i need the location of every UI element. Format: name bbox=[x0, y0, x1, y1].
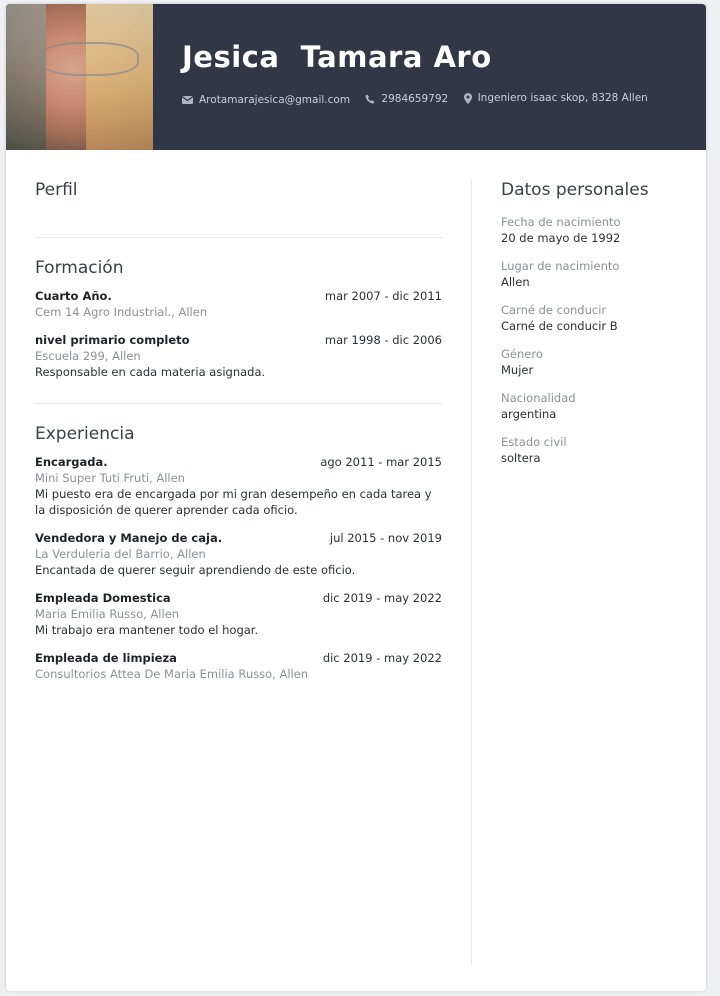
education-entry: Cuarto Año. mar 2007 - dic 2011 Cem 14 A… bbox=[35, 288, 442, 320]
personal-data-item: Fecha de nacimiento 20 de mayo de 1992 bbox=[501, 214, 691, 246]
education-entry: nivel primario completo mar 1998 - dic 2… bbox=[35, 332, 442, 380]
field-value: Allen bbox=[501, 275, 530, 289]
entry-date: mar 2007 - dic 2011 bbox=[324, 289, 442, 303]
entry-place: Mini Super Tuti Fruti, Allen bbox=[35, 471, 185, 485]
entry-date: dic 2019 - may 2022 bbox=[322, 651, 442, 665]
entry-title: nivel primario completo bbox=[35, 333, 190, 347]
personal-data-column: Datos personales Fecha de nacimiento 20 … bbox=[501, 180, 691, 478]
field-value: Mujer bbox=[501, 363, 534, 377]
field-label: Carné de conducir bbox=[501, 303, 607, 317]
entry-title: Vendedora y Manejo de caja. bbox=[35, 531, 223, 545]
entry-title: Empleada Domestica bbox=[35, 591, 171, 605]
field-label: Estado civil bbox=[501, 435, 567, 449]
entry-description: Mi trabajo era mantener todo el hogar. bbox=[35, 623, 259, 637]
personal-data-item: Estado civil soltera bbox=[501, 434, 691, 466]
profile-photo bbox=[6, 4, 153, 150]
education-title: Formación bbox=[35, 258, 124, 278]
entry-date: jul 2015 - nov 2019 bbox=[329, 531, 442, 545]
phone-icon bbox=[365, 94, 375, 103]
field-value: 20 de mayo de 1992 bbox=[501, 231, 621, 245]
personal-data-item: Lugar de nacimiento Allen bbox=[501, 258, 691, 290]
entry-place: Escuela 299, Allen bbox=[35, 349, 141, 363]
field-label: Género bbox=[501, 347, 543, 361]
entry-date: dic 2019 - may 2022 bbox=[322, 591, 442, 605]
entry-place: Cem 14 Agro Industrial., Allen bbox=[35, 305, 208, 319]
resume-page: Jesica Tamara Aro Arotamarajesica@gmail.… bbox=[6, 4, 706, 991]
field-value: soltera bbox=[501, 451, 541, 465]
experience-list: Encargada. ago 2011 - mar 2015 Mini Supe… bbox=[35, 454, 442, 682]
contact-phone[interactable]: 2984659792 bbox=[365, 93, 448, 105]
main-column: Perfil Formación Cuarto Año. mar 2007 - … bbox=[35, 180, 442, 682]
section-divider bbox=[35, 237, 442, 238]
entry-title: Encargada. bbox=[35, 455, 108, 469]
experience-title: Experiencia bbox=[35, 424, 135, 444]
entry-date: ago 2011 - mar 2015 bbox=[320, 455, 442, 469]
resume-header: Jesica Tamara Aro Arotamarajesica@gmail.… bbox=[6, 4, 706, 150]
field-value: Carné de conducir B bbox=[501, 319, 618, 333]
experience-entry: Vendedora y Manejo de caja. jul 2015 - n… bbox=[35, 530, 442, 578]
entry-place: Consultorios Attea De Maria Emilia Russo… bbox=[35, 667, 309, 681]
entry-date: mar 1998 - dic 2006 bbox=[324, 333, 442, 347]
phone-text: 2984659792 bbox=[381, 92, 449, 105]
field-label: Fecha de nacimiento bbox=[501, 215, 621, 229]
personal-data-item: Género Mujer bbox=[501, 346, 691, 378]
contact-email[interactable]: Arotamarajesica@gmail.com bbox=[182, 94, 350, 106]
profile-title: Perfil bbox=[35, 180, 78, 200]
entry-title: Empleada de limpieza bbox=[35, 651, 177, 665]
section-divider bbox=[35, 403, 442, 404]
contact-address: Ingeniero isaac skop, 8328 Allen bbox=[463, 92, 648, 104]
experience-entry: Empleada de limpieza dic 2019 - may 2022… bbox=[35, 650, 442, 682]
field-value: argentina bbox=[501, 407, 557, 421]
entry-description: Mi puesto era de encargada por mi gran d… bbox=[35, 487, 432, 517]
entry-title: Cuarto Año. bbox=[35, 289, 112, 303]
entry-description: Responsable en cada materia asignada. bbox=[35, 365, 266, 379]
contact-bar: Arotamarajesica@gmail.com 2984659792 Ing… bbox=[182, 92, 660, 107]
experience-entry: Encargada. ago 2011 - mar 2015 Mini Supe… bbox=[35, 454, 442, 518]
personal-data-item: Carné de conducir Carné de conducir B bbox=[501, 302, 691, 334]
candidate-name: Jesica Tamara Aro bbox=[182, 40, 492, 74]
envelope-icon bbox=[182, 95, 193, 104]
address-text: Ingeniero isaac skop, 8328 Allen bbox=[477, 92, 648, 104]
entry-description: Encantada de querer seguir aprendiendo d… bbox=[35, 563, 356, 577]
field-label: Lugar de nacimiento bbox=[501, 259, 620, 273]
experience-entry: Empleada Domestica dic 2019 - may 2022 M… bbox=[35, 590, 442, 638]
location-pin-icon bbox=[463, 92, 472, 104]
field-label: Nacionalidad bbox=[501, 391, 576, 405]
entry-place: Maria Emilia Russo, Allen bbox=[35, 607, 180, 621]
column-divider bbox=[471, 180, 472, 965]
personal-data-list: Fecha de nacimiento 20 de mayo de 1992 L… bbox=[501, 214, 691, 466]
personal-data-title: Datos personales bbox=[501, 180, 649, 200]
entry-place: La Verduleria del Barrio, Allen bbox=[35, 547, 206, 561]
education-list: Cuarto Año. mar 2007 - dic 2011 Cem 14 A… bbox=[35, 288, 442, 380]
personal-data-item: Nacionalidad argentina bbox=[501, 390, 691, 422]
email-text: Arotamarajesica@gmail.com bbox=[199, 93, 351, 106]
